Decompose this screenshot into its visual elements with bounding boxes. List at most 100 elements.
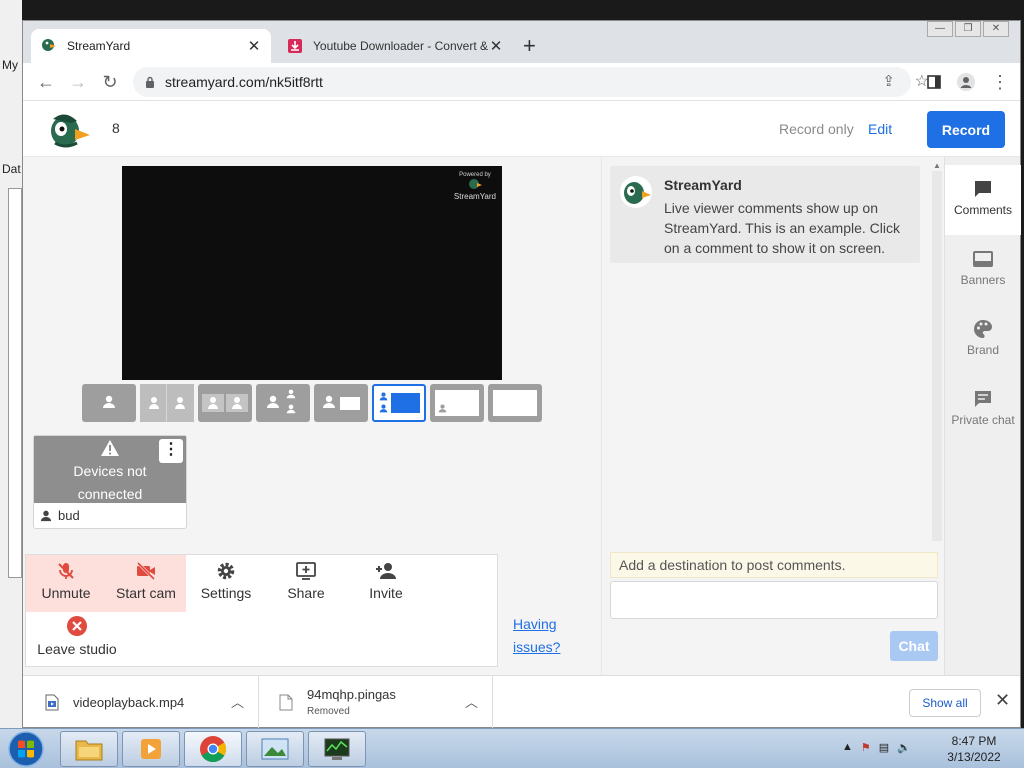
banner-icon: [973, 251, 993, 267]
guest-tile[interactable]: Devices not connected ⋮ bud: [33, 435, 187, 529]
show-hidden-icons-icon[interactable]: ▲: [842, 741, 853, 754]
restore-icon[interactable]: ❐: [955, 21, 981, 37]
streamyard-favicon: [42, 39, 56, 51]
add-person-icon: [376, 563, 396, 579]
commenter-avatar: [620, 176, 652, 208]
address-bar[interactable]: streamyard.com/nk5itf8rtt ⇪ ☆: [133, 67, 929, 97]
close-circle-icon: [67, 616, 87, 636]
scroll-up-icon: ▲: [933, 161, 941, 170]
chrome-icon: [200, 736, 227, 763]
comment-text: Live viewer comments show up on StreamYa…: [664, 200, 901, 256]
reload-icon[interactable]: ↻: [99, 71, 121, 93]
leave-studio-button[interactable]: Leave studio: [32, 615, 122, 657]
forward-arrow-icon[interactable]: →: [67, 71, 89, 93]
layout-speaker-screen-button[interactable]: [372, 384, 426, 422]
person-icon: [149, 397, 159, 409]
person-icon: [438, 404, 447, 413]
background-window: [8, 188, 22, 578]
person-icon: [267, 395, 279, 408]
layout-solo-button[interactable]: [82, 384, 136, 422]
guest-options-icon[interactable]: ⋮: [159, 439, 183, 463]
chat-input[interactable]: [610, 581, 938, 619]
show-all-downloads-button[interactable]: Show all: [909, 689, 981, 717]
invite-button[interactable]: Invite: [346, 555, 426, 612]
folder-icon: [75, 740, 103, 761]
chevron-up-icon[interactable]: ︿: [465, 692, 478, 711]
tab-title: StreamYard: [67, 39, 131, 53]
tab-youtube-downloader[interactable]: Youtube Downloader - Convert & ✕: [277, 29, 513, 63]
tab-streamyard[interactable]: StreamYard ✕: [31, 29, 271, 63]
close-download-bar-icon[interactable]: ✕: [995, 690, 1010, 711]
comments-scrollbar[interactable]: ▲: [930, 157, 944, 545]
person-icon: [379, 404, 388, 413]
streamyard-logo[interactable]: [47, 109, 91, 149]
record-only-label: Record only: [779, 121, 854, 137]
taskbar-clock[interactable]: 8:47 PM 3/13/2022: [938, 733, 1010, 765]
tab-close-icon[interactable]: ✕: [247, 37, 261, 55]
taskbar-chrome[interactable]: [184, 731, 242, 767]
layout-thumb-screen-button[interactable]: [430, 384, 484, 422]
stage-preview[interactable]: Powered by StreamYard: [122, 166, 502, 380]
sidebar-item-private-chat[interactable]: Private chat: [945, 375, 1021, 455]
person-icon: [286, 389, 296, 399]
tab-close-icon[interactable]: ✕: [489, 37, 503, 55]
streamyard-app: 8 Record only Edit Record Powered by Str…: [23, 101, 1021, 675]
start-cam-button[interactable]: Start cam: [106, 555, 186, 612]
file-icon: [279, 694, 293, 710]
person-icon: [286, 404, 296, 414]
download-favicon: [288, 39, 302, 53]
stage-area: Powered by StreamYard Devices not connec…: [23, 157, 601, 675]
side-panel-icon[interactable]: [927, 75, 941, 89]
sidebar-item-comments[interactable]: Comments: [945, 165, 1021, 235]
guest-status: Devices not connected: [73, 463, 147, 502]
warning-icon: [101, 440, 119, 456]
layout-group-button[interactable]: [198, 384, 252, 422]
minimize-icon[interactable]: —: [927, 21, 953, 37]
studio-controls: Unmute Start cam Settings Share Invite L…: [25, 554, 498, 667]
record-button[interactable]: Record: [927, 111, 1005, 148]
desktop-icon-label[interactable]: My: [2, 58, 18, 72]
edit-link[interactable]: Edit: [868, 121, 892, 137]
action-center-flag-icon[interactable]: ⚑: [861, 741, 871, 754]
start-button[interactable]: [4, 730, 48, 768]
desktop-icon-label[interactable]: Dat: [2, 162, 21, 176]
download-bar: videoplayback.mp4 ︿ 94mqhp.pingas Remove…: [23, 675, 1020, 728]
taskbar-task-manager[interactable]: [308, 731, 366, 767]
new-tab-icon[interactable]: +: [523, 33, 536, 59]
streamyard-watermark-icon: [468, 179, 482, 189]
video-file-icon: [45, 694, 59, 710]
sidebar-item-brand[interactable]: Brand: [945, 305, 1021, 375]
browser-menu-icon[interactable]: ⋮: [989, 71, 1011, 93]
settings-button[interactable]: Settings: [186, 555, 266, 612]
back-arrow-icon[interactable]: ←: [35, 71, 57, 93]
layout-person-screen-button[interactable]: [314, 384, 368, 422]
volume-icon[interactable]: 🔈: [897, 741, 911, 754]
camera-off-icon: [136, 561, 156, 581]
system-tray: ▲ ⚑ ▤ 🔈: [842, 741, 911, 754]
broadcast-count: 8: [112, 120, 120, 136]
task-manager-icon: [324, 738, 350, 760]
layout-fullscreen-button[interactable]: [488, 384, 542, 422]
close-window-icon[interactable]: ✕: [983, 21, 1009, 37]
download-item[interactable]: videoplayback.mp4 ︿: [45, 676, 259, 728]
screen-share-icon: [296, 562, 316, 580]
image-viewer-icon: [261, 738, 289, 760]
network-icon[interactable]: ▤: [879, 741, 889, 754]
example-comment[interactable]: StreamYard Live viewer comments show up …: [610, 166, 920, 263]
share-screen-button[interactable]: Share: [266, 555, 346, 612]
sidebar-item-banners[interactable]: Banners: [945, 235, 1021, 305]
studio-header: 8 Record only Edit Record: [23, 101, 1020, 157]
taskbar-image-viewer[interactable]: [246, 731, 304, 767]
layout-sidebar-button[interactable]: [256, 384, 310, 422]
taskbar-media-player[interactable]: [122, 731, 180, 767]
share-page-icon[interactable]: ⇪: [882, 72, 895, 90]
download-item[interactable]: 94mqhp.pingas Removed ︿: [279, 676, 493, 728]
layout-split-button[interactable]: [140, 384, 194, 422]
private-chat-icon: [975, 391, 991, 407]
unmute-button[interactable]: Unmute: [26, 555, 106, 612]
profile-avatar-icon[interactable]: [957, 73, 975, 91]
taskbar-explorer[interactable]: [60, 731, 118, 767]
chat-send-button[interactable]: Chat: [890, 631, 938, 661]
having-issues-link[interactable]: Having issues?: [513, 613, 560, 659]
chevron-up-icon[interactable]: ︿: [231, 692, 244, 711]
